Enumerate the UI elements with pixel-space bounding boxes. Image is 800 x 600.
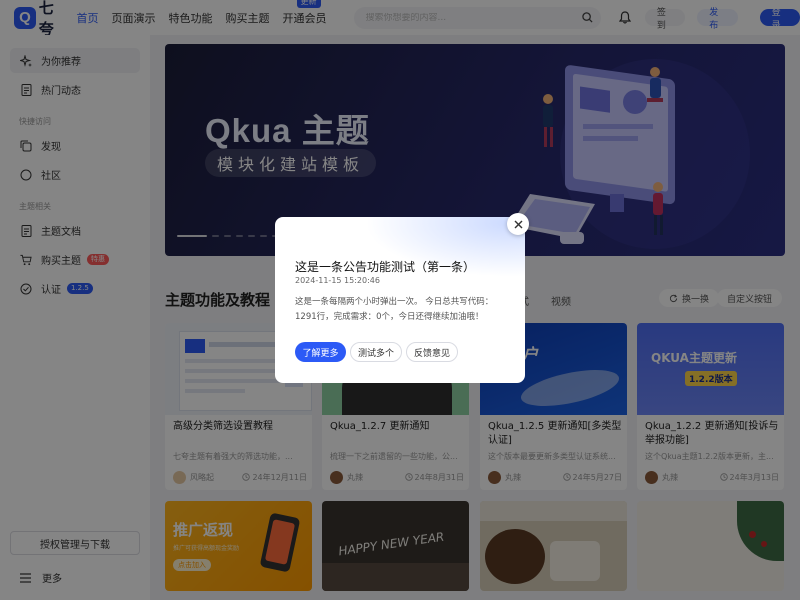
modal-time: 2024-11-15 15:20:46: [295, 276, 380, 285]
modal-title: 这是一条公告功能测试（第一条）: [295, 260, 476, 274]
modal-close-button[interactable]: [507, 213, 529, 235]
test-multiple-button[interactable]: 测试多个: [350, 342, 402, 362]
learn-more-button[interactable]: 了解更多: [295, 342, 346, 362]
modal-body: 这是一条每隔两个小时弹出一次。 今日总共写代码：1291行，完成需求：0个，今日…: [295, 297, 494, 322]
announcement-modal: 这是一条公告功能测试（第一条） 2024-11-15 15:20:46 这是一条…: [275, 217, 525, 383]
feedback-button[interactable]: 反馈意见: [406, 342, 458, 362]
close-icon: [514, 220, 523, 229]
